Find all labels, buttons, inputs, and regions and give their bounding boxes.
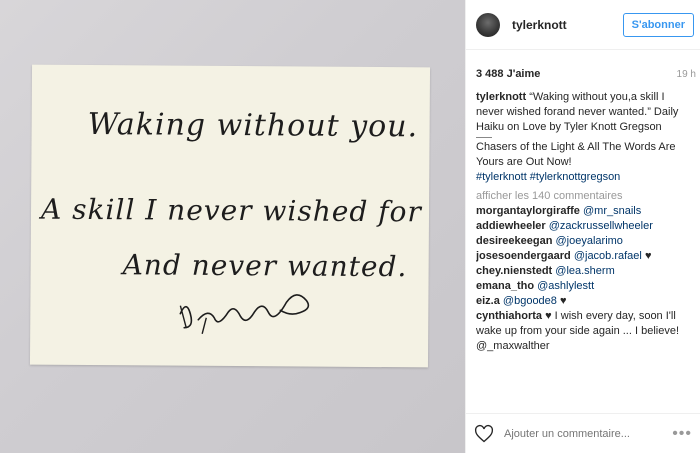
comment-mention[interactable]: @zackrussellwheeler <box>549 220 653 232</box>
more-options-icon[interactable]: ••• <box>672 425 692 443</box>
author-username[interactable]: tylerknott <box>512 18 623 32</box>
comment-mention[interactable]: @ashlylestt <box>537 280 594 292</box>
comment-mention[interactable]: @joeyalarimo <box>556 235 623 247</box>
handwritten-note: Waking without you. A skill I never wish… <box>29 64 431 368</box>
comment-username[interactable]: emana_tho <box>476 280 534 292</box>
add-comment-input[interactable] <box>504 427 673 440</box>
load-more-comments[interactable]: afficher les 140 commentaires <box>476 189 692 204</box>
comment-mention[interactable]: @jacob.rafael <box>574 250 642 262</box>
comment-mention[interactable]: @lea.sherm <box>555 265 614 277</box>
comment-username[interactable]: morgantaylorgiraffe <box>476 205 580 217</box>
likes-count[interactable]: 3 488 J'aime <box>476 68 540 80</box>
post-time[interactable]: 19 h <box>677 69 696 80</box>
follow-button[interactable]: S'abonner <box>622 12 694 37</box>
comment-username[interactable]: addiewheeler <box>476 220 546 232</box>
comments-list: tylerknott “Waking without you,a skill I… <box>476 90 692 408</box>
comment-item: addiewheeler @zackrussellwheeler <box>476 219 692 234</box>
comment-item: emana_tho @ashlylestt <box>476 279 692 294</box>
caption-divider <box>476 137 492 138</box>
comment-suffix: ♥ <box>644 250 652 262</box>
avatar[interactable] <box>476 12 500 37</box>
comment-item: josesoendergaard @jacob.rafael ♥ <box>476 249 692 264</box>
comment-suffix: ♥ <box>559 295 567 307</box>
comment-mention[interactable]: @bgoode8 <box>503 295 557 307</box>
heart-icon[interactable] <box>474 424 494 444</box>
post-stats: 3 488 J'aime 19 h <box>466 60 700 88</box>
post-side-panel: tylerknott S'abonner 3 488 J'aime 19 h t… <box>465 0 700 453</box>
comment-username[interactable]: eiz.a <box>476 295 500 307</box>
comment-item: cynthiahorta ♥ I wish every day, soon I'… <box>476 309 692 354</box>
caption-promo: Chasers of the Light & All The Words Are… <box>476 141 676 168</box>
comment-username[interactable]: desireekeegan <box>476 235 552 247</box>
comment-item: desireekeegan @joeyalarimo <box>476 234 692 249</box>
post-header: tylerknott S'abonner <box>466 0 700 50</box>
comment-mention[interactable]: @mr_snails <box>583 205 641 217</box>
comment-username[interactable]: chey.nienstedt <box>476 265 552 277</box>
comment-username[interactable]: josesoendergaard <box>476 250 571 262</box>
caption-hashtags[interactable]: #tylerknott #tylerknottgregson <box>476 170 692 185</box>
caption-username[interactable]: tylerknott <box>476 91 526 103</box>
comment-item: chey.nienstedt @lea.sherm <box>476 264 692 279</box>
comment-item: eiz.a @bgoode8 ♥ <box>476 294 692 309</box>
caption: tylerknott “Waking without you,a skill I… <box>476 90 692 135</box>
post-photo: Waking without you. A skill I never wish… <box>0 0 465 453</box>
comment-bar: ••• <box>466 413 700 453</box>
comment-item: morgantaylorgiraffe @mr_snails <box>476 204 692 219</box>
comment-username[interactable]: cynthiahorta <box>476 310 542 322</box>
signature <box>179 294 310 334</box>
